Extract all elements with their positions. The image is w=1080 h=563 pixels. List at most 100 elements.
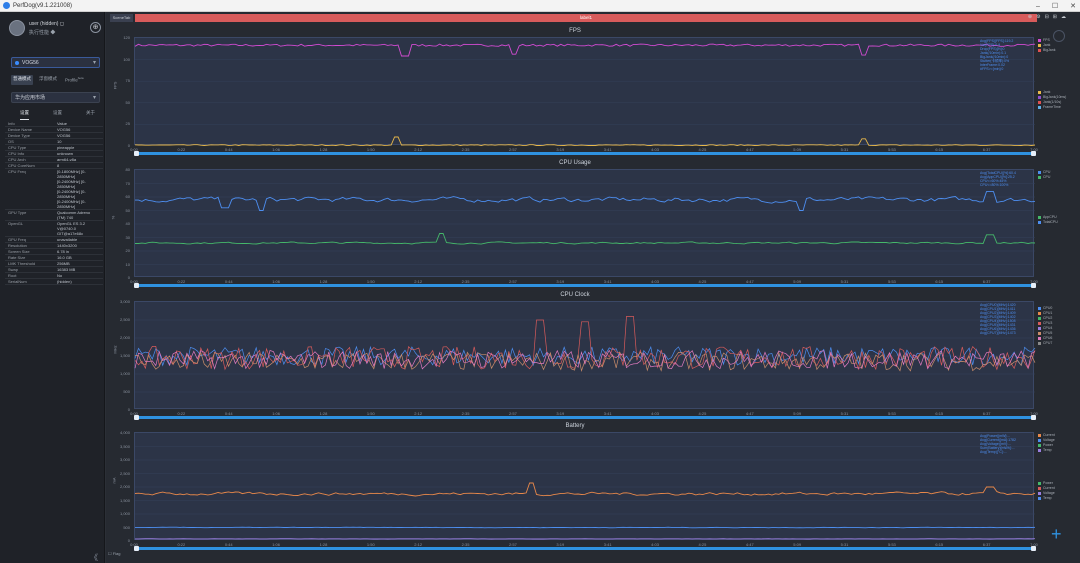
info-key: CPU CoreNum bbox=[8, 163, 35, 168]
legend-item[interactable]: Temp bbox=[1038, 496, 1055, 501]
scrollbar-left-handle[interactable] bbox=[134, 151, 139, 156]
chart-legend: FPS Jank BigJank bbox=[1038, 38, 1055, 53]
legend-item[interactable]: BigJank bbox=[1038, 48, 1055, 53]
info-row: GPU Type Qualcomm Adreno (TM) 740 bbox=[5, 210, 103, 221]
folder-icon[interactable]: ⊟ bbox=[1045, 14, 1049, 22]
legend-swatch bbox=[1038, 216, 1041, 219]
avatar[interactable] bbox=[9, 20, 25, 36]
user-settings-button[interactable]: ⊕ bbox=[90, 22, 101, 33]
tab-info[interactable]: 设置 bbox=[20, 110, 29, 120]
info-key: SerialNum bbox=[8, 279, 27, 284]
timeline-scrollbar[interactable] bbox=[134, 415, 1036, 420]
y-tick-label: 30 bbox=[125, 234, 130, 240]
y-tick-label: 120 bbox=[123, 35, 130, 40]
legend-swatch bbox=[1038, 91, 1041, 94]
legend-swatch bbox=[1038, 434, 1041, 437]
layout-icon[interactable]: ⊞ bbox=[1053, 14, 1057, 22]
legend-swatch bbox=[1038, 497, 1041, 500]
legend-swatch bbox=[1038, 449, 1041, 452]
chart-panel: Battery mA 4,000 3,500 3,000 2,500 2,000 1,500 1… bbox=[106, 423, 1055, 555]
chart-title: Battery bbox=[565, 423, 585, 429]
device-name: VOG56 bbox=[22, 59, 39, 66]
main-area: SceneTab label1 ⊕ ⚙ ⊟ ⊞ ☁ FPS FPS 120 100 75… bbox=[106, 12, 1080, 563]
plot-area[interactable] bbox=[134, 432, 1036, 540]
scene-tab[interactable]: SceneTab bbox=[110, 14, 133, 22]
info-key: CPU Arch bbox=[8, 157, 26, 162]
series-line-fps bbox=[134, 43, 1036, 57]
sidebar: user (hidden) ◻ 执行性能 ◆ ⊕ VOG56 ▾ 普通模式 浮窗… bbox=[0, 12, 105, 563]
legend-swatch bbox=[1038, 171, 1041, 174]
legend-item[interactable]: FrameTime bbox=[1038, 105, 1066, 110]
tab-float-mode[interactable]: 浮窗模式 bbox=[37, 75, 59, 85]
maximize-button[interactable]: ☐ bbox=[1052, 2, 1058, 10]
flag-toggle[interactable]: ☐ Flag bbox=[108, 551, 120, 556]
device-status-icon bbox=[15, 60, 19, 65]
scrollbar-left-handle[interactable] bbox=[134, 415, 139, 420]
y-tick-label: 2,500 bbox=[119, 470, 130, 476]
y-tick-label: 1,500 bbox=[119, 353, 130, 358]
y-axis-label: % bbox=[110, 215, 116, 220]
app-selector[interactable]: 华为应用市场 ▾ bbox=[11, 92, 100, 103]
info-value: Qualcomm Adreno (TM) 740 bbox=[57, 210, 91, 220]
info-value: 10 bbox=[57, 139, 62, 144]
gear-icon[interactable]: ⚙ bbox=[1036, 14, 1040, 22]
scrollbar-right-handle[interactable] bbox=[1031, 151, 1036, 156]
label-bar[interactable]: label1 bbox=[135, 14, 1037, 22]
minimize-button[interactable]: – bbox=[1036, 3, 1040, 10]
tab-about[interactable]: 关于 bbox=[86, 110, 95, 120]
y-tick-label: 60 bbox=[125, 194, 130, 199]
chart-panel: CPU Usage% 80 70 60 50 40 30 20 10 0 Avg(TotalCPU)… bbox=[106, 160, 1058, 292]
info-key: CPU Type bbox=[8, 145, 27, 150]
cloud-icon[interactable]: ☁ bbox=[1061, 14, 1066, 22]
legend-item[interactable]: Temp bbox=[1038, 448, 1055, 453]
chart-legend: CPU0 CPU1 CPU2 CPU3 CPU4 CPU5 CPU6 CPU7 bbox=[1038, 306, 1052, 346]
close-button[interactable]: ✕ bbox=[1070, 2, 1076, 10]
add-chart-button[interactable]: + bbox=[1051, 525, 1062, 543]
timeline-scrollbar[interactable] bbox=[134, 283, 1036, 288]
info-key: Screen Size bbox=[8, 249, 30, 254]
add-icon[interactable]: ⊕ bbox=[1028, 14, 1032, 22]
plot-area[interactable] bbox=[134, 169, 1036, 277]
series-line-current bbox=[134, 482, 1036, 497]
info-key: Device Type bbox=[8, 133, 30, 138]
plot-area[interactable] bbox=[134, 37, 1036, 146]
legend-item[interactable]: TotalCPU bbox=[1038, 220, 1058, 225]
info-value: arm64-v8a bbox=[57, 157, 77, 162]
tab-profile[interactable]: Profilebeta bbox=[63, 75, 86, 85]
y-tick-label: 50 bbox=[125, 99, 130, 105]
info-row: CPU Freq [0-1800MHz] [0-2850MHz] [0-2400M… bbox=[5, 169, 103, 210]
scrollbar-left-handle[interactable] bbox=[134, 283, 139, 288]
collapse-sidebar-button[interactable]: 《 bbox=[90, 552, 98, 563]
y-tick-label: 40 bbox=[125, 221, 130, 226]
stats-box: Avg(FPS)[FPS]:119.2 Var(FPS):0.9 Drop(FPS)… bbox=[980, 39, 1028, 71]
legend-label: Temp bbox=[1043, 448, 1052, 452]
legend-swatch bbox=[1038, 322, 1041, 325]
y-tick-label: 50 bbox=[125, 207, 130, 213]
scrollbar-right-handle[interactable] bbox=[1031, 546, 1036, 551]
legend-swatch bbox=[1038, 487, 1041, 490]
device-selector[interactable]: VOG56 ▾ bbox=[11, 57, 100, 68]
info-tabs: 设置 设置 关于 bbox=[20, 110, 95, 120]
info-key: Resolution bbox=[8, 243, 27, 248]
toolbar: ⊕ ⚙ ⊟ ⊞ ☁ bbox=[1028, 14, 1066, 22]
plot-area[interactable] bbox=[134, 301, 1036, 409]
legend-item[interactable]: CPU7 bbox=[1038, 341, 1052, 346]
legend-item[interactable]: CPU bbox=[1038, 175, 1050, 180]
legend-swatch bbox=[1038, 439, 1041, 442]
legend-swatch bbox=[1038, 44, 1041, 47]
timeline-scrollbar[interactable] bbox=[134, 546, 1036, 551]
tab-settings[interactable]: 设置 bbox=[53, 110, 62, 120]
tab-normal-mode[interactable]: 普通模式 bbox=[11, 75, 33, 85]
legend-swatch bbox=[1038, 492, 1041, 495]
info-key: OpenGL bbox=[8, 221, 24, 226]
chart-legend: CPU CPU bbox=[1038, 170, 1050, 180]
scrollbar-left-handle[interactable] bbox=[134, 546, 139, 551]
chart-svg bbox=[134, 446, 1036, 540]
legend-swatch bbox=[1038, 332, 1041, 335]
scrollbar-right-handle[interactable] bbox=[1031, 415, 1036, 420]
info-key: Root bbox=[8, 273, 17, 278]
info-key: Info bbox=[8, 121, 15, 126]
scrollbar-right-handle[interactable] bbox=[1031, 283, 1036, 288]
timeline-scrollbar[interactable] bbox=[134, 151, 1036, 156]
legend-swatch bbox=[1038, 327, 1041, 330]
